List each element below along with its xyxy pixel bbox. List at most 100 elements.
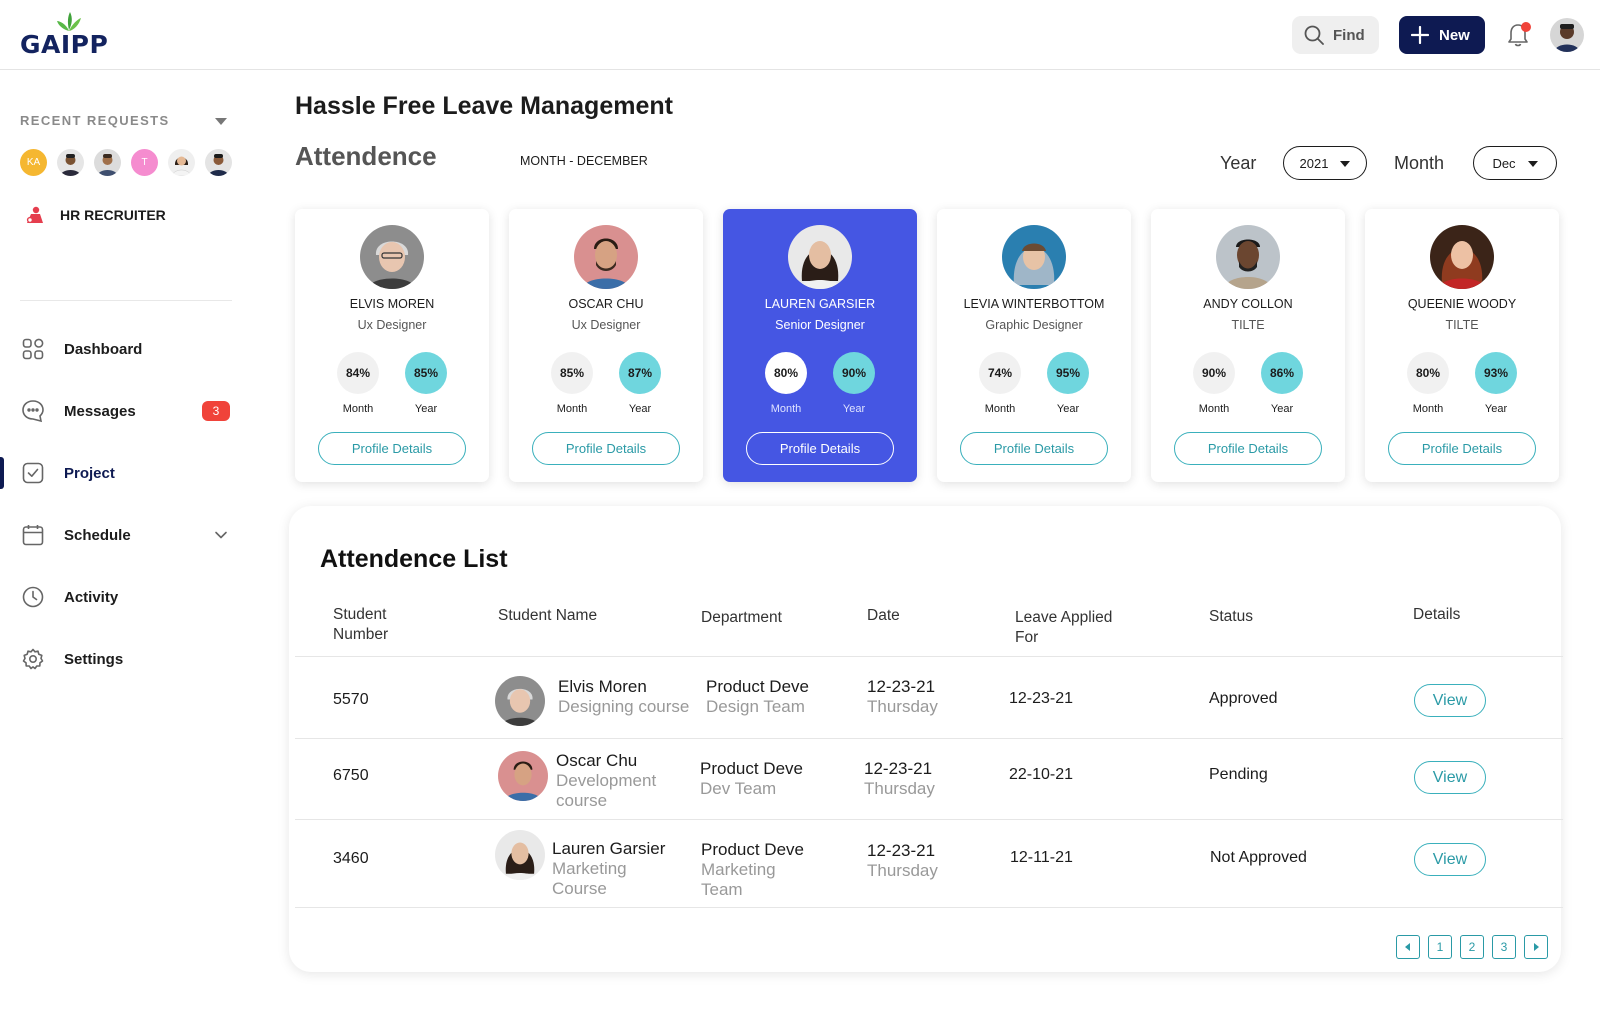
profile-details-button[interactable]: Profile Details [1388, 432, 1536, 465]
sidebar-item-dashboard[interactable]: Dashboard [0, 318, 250, 380]
employee-role: TILTE [1231, 318, 1265, 332]
profile-details-button[interactable]: Profile Details [318, 432, 466, 465]
view-button[interactable]: View [1414, 843, 1486, 876]
employee-card[interactable]: LEVIA WINTERBOTTOM Graphic Designer 74% … [937, 209, 1131, 482]
employee-card[interactable]: ANDY COLLON TILTE 90% 86% Month Year Pro… [1151, 209, 1345, 482]
pagination-prev-button[interactable] [1396, 935, 1420, 959]
date-cell: 12-23-21 Thursday [864, 759, 935, 799]
month-attendance: 90% [1193, 352, 1235, 394]
student-name: Elvis Moren [558, 677, 647, 696]
avatar[interactable] [57, 149, 84, 176]
month-label: Month [1412, 403, 1444, 415]
header-date[interactable]: Date [867, 606, 900, 626]
header-status[interactable]: Status [1209, 607, 1253, 627]
student-number: 3460 [333, 850, 369, 867]
employee-card[interactable]: OSCAR CHU Ux Designer 85% 87% Month Year… [509, 209, 703, 482]
month-select[interactable]: Dec [1473, 146, 1557, 180]
pagination-page-1[interactable]: 1 [1428, 935, 1452, 959]
employee-role: Ux Designer [357, 318, 427, 332]
department-name: Product Deve [701, 840, 804, 859]
sidebar-item-schedule[interactable]: Schedule [0, 504, 250, 566]
profile-details-button[interactable]: Profile Details [746, 432, 894, 465]
employee-photo [788, 225, 852, 289]
table-divider [295, 738, 1563, 739]
employee-card[interactable]: QUEENIE WOODY TILTE 80% 93% Month Year P… [1365, 209, 1559, 482]
caret-down-icon[interactable] [215, 118, 227, 125]
view-button[interactable]: View [1414, 761, 1486, 794]
attendance-list-title: Attendence List [320, 545, 508, 573]
department-cell: Product Deve Marketing Team [701, 840, 804, 900]
header-student-name[interactable]: Student Name [498, 606, 597, 626]
pagination-next-button[interactable] [1524, 935, 1548, 959]
avatar[interactable] [168, 149, 195, 176]
sidebar-nav: Dashboard Messages 3 Project Schedule Ac… [0, 318, 250, 690]
sidebar-item-messages[interactable]: Messages 3 [0, 380, 250, 442]
student-course: Designing course [558, 697, 690, 716]
employee-name: LEVIA WINTERBOTTOM [963, 297, 1105, 311]
employee-name: ELVIS MOREN [349, 297, 435, 311]
employee-role: TILTE [1445, 318, 1479, 332]
department-name: Product Deve [706, 677, 809, 696]
table-divider [295, 656, 1563, 657]
employee-card-selected[interactable]: LAUREN GARSIER Senior Designer 80% 90% M… [723, 209, 917, 482]
sidebar-divider [20, 300, 232, 301]
profile-details-button[interactable]: Profile Details [960, 432, 1108, 465]
month-label: Month [984, 403, 1016, 415]
header-department[interactable]: Department [701, 608, 782, 628]
year-select[interactable]: 2021 [1283, 146, 1367, 180]
status-text: Not Approved [1210, 849, 1307, 866]
check-square-icon [21, 461, 45, 485]
avatar[interactable]: KA [20, 149, 47, 176]
year-attendance: 85% [405, 352, 447, 394]
pagination-page-3[interactable]: 3 [1492, 935, 1516, 959]
year-label: Year [628, 403, 652, 415]
header-leave-applied[interactable]: Leave Applied For [1015, 608, 1112, 648]
view-button[interactable]: View [1414, 684, 1486, 717]
month-select-value: Dec [1492, 155, 1516, 171]
user-avatar[interactable] [1550, 18, 1584, 52]
avatar[interactable] [205, 149, 232, 176]
profile-details-button[interactable]: Profile Details [532, 432, 680, 465]
month-attendance: 80% [1407, 352, 1449, 394]
caret-left-icon [1405, 943, 1410, 951]
employee-role: Senior Designer [775, 318, 865, 332]
month-attendance: 80% [765, 352, 807, 394]
student-name-cell: Elvis Moren Designing course [558, 677, 689, 717]
caret-down-icon [1340, 161, 1351, 167]
page-title: Hassle Free Leave Management [295, 92, 673, 120]
header-details[interactable]: Details [1413, 605, 1460, 625]
student-number: 6750 [333, 767, 369, 784]
employee-photo [1430, 225, 1494, 289]
messages-count-badge: 3 [202, 401, 230, 421]
sidebar-item-activity[interactable]: Activity [0, 566, 250, 628]
profile-details-button[interactable]: Profile Details [1174, 432, 1322, 465]
sidebar-item-settings[interactable]: Settings [0, 628, 250, 690]
employee-role: Graphic Designer [985, 318, 1083, 332]
gaipp-logo[interactable]: GAIPP [20, 12, 120, 59]
new-button[interactable]: New [1399, 16, 1485, 54]
avatar[interactable] [94, 149, 121, 176]
hr-recruiter-item[interactable]: HR RECRUITER [24, 206, 166, 224]
employee-photo [1216, 225, 1280, 289]
table-divider [295, 819, 1563, 820]
employee-name: OSCAR CHU [568, 297, 644, 311]
student-course: Marketing [552, 859, 627, 878]
employee-card[interactable]: ELVIS MOREN Ux Designer 84% 85% Month Ye… [295, 209, 489, 482]
department-name: Product Deve [700, 759, 803, 778]
year-attendance: 93% [1475, 352, 1517, 394]
chevron-down-icon[interactable] [214, 528, 228, 542]
attendance-list-panel [289, 506, 1561, 972]
avatar[interactable]: T [131, 149, 158, 176]
plus-icon [1411, 26, 1429, 44]
recent-requests-avatars: KA T [20, 149, 232, 176]
month-attendance: 84% [337, 352, 379, 394]
header-student-number[interactable]: Student Number [333, 605, 388, 645]
sidebar-item-project[interactable]: Project [0, 442, 250, 504]
student-name-cell: Oscar Chu Development course [556, 751, 656, 811]
find-button[interactable]: Find [1292, 16, 1379, 54]
team-name: Marketing [701, 860, 776, 879]
pagination-page-2[interactable]: 2 [1460, 935, 1484, 959]
sidebar-item-label: Settings [64, 650, 124, 668]
student-name: Oscar Chu [556, 751, 638, 770]
year-attendance: 86% [1261, 352, 1303, 394]
